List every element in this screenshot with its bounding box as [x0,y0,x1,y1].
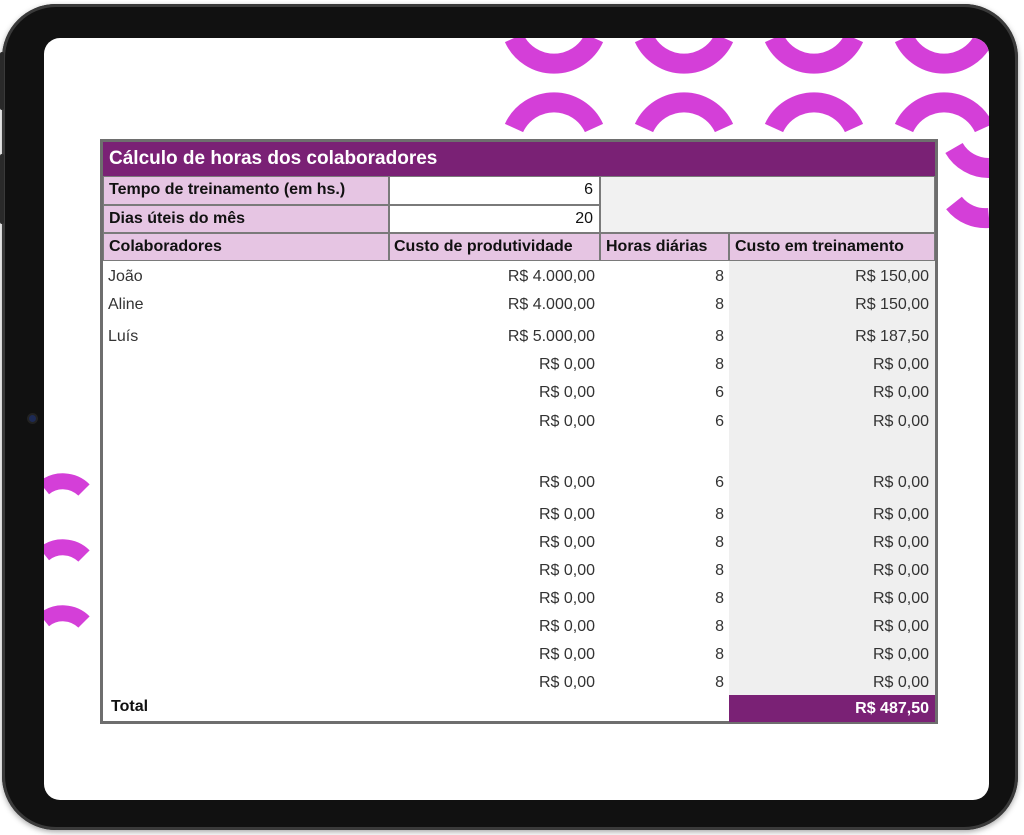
cell-horas-diarias[interactable]: 8 [600,505,724,525]
cell-custo-treinamento[interactable]: R$ 0,00 [729,412,929,432]
cell-horas-diarias[interactable]: 8 [600,355,724,375]
cell-horas-diarias[interactable]: 6 [600,412,724,432]
param-value-training-hours[interactable]: 6 [389,176,600,205]
cell-custo-treinamento[interactable]: R$ 150,00 [729,295,929,315]
empty-gray-block [600,176,935,233]
cell-custo-produtividade[interactable]: R$ 4.000,00 [389,267,595,287]
cell-horas-diarias[interactable]: 8 [600,617,724,637]
cell-custo-treinamento[interactable]: R$ 0,00 [729,383,929,403]
cell-horas-diarias[interactable]: 8 [600,327,724,347]
cell-custo-produtividade[interactable]: R$ 0,00 [389,473,595,493]
param-label-training-hours: Tempo de treinamento (em hs.) [103,176,389,205]
cell-custo-produtividade[interactable]: R$ 0,00 [389,589,595,609]
cell-custo-treinamento[interactable]: R$ 0,00 [729,355,929,375]
param-value-work-days[interactable]: 20 [389,205,600,233]
cell-horas-diarias[interactable]: 8 [600,295,724,315]
cell-custo-treinamento[interactable]: R$ 0,00 [729,505,929,525]
cell-horas-diarias[interactable]: 8 [600,561,724,581]
cell-custo-produtividade[interactable]: R$ 0,00 [389,561,595,581]
cell-custo-produtividade[interactable]: R$ 0,00 [389,645,595,665]
total-value: R$ 487,50 [729,695,935,722]
cell-custo-produtividade[interactable]: R$ 0,00 [389,355,595,375]
cell-horas-diarias[interactable]: 8 [600,533,724,553]
cell-custo-produtividade[interactable]: R$ 0,00 [389,673,595,693]
decoration-arcs-left [44,473,90,629]
cell-custo-treinamento[interactable]: R$ 0,00 [729,645,929,665]
sheet-title: Cálculo de horas dos colaboradores [103,142,935,176]
cell-custo-treinamento[interactable]: R$ 0,00 [729,473,929,493]
volume-button [0,52,4,110]
side-button [0,154,4,224]
cell-custo-treinamento[interactable]: R$ 150,00 [729,267,929,287]
header-custo-treinamento: Custo em treinamento [729,233,935,261]
param-label-work-days: Dias úteis do mês [103,205,389,233]
header-horas-diarias: Horas diárias [600,233,729,261]
cell-custo-treinamento[interactable]: R$ 0,00 [729,561,929,581]
cell-custo-produtividade[interactable]: R$ 0,00 [389,383,595,403]
cell-custo-produtividade[interactable]: R$ 5.000,00 [389,327,595,347]
cell-horas-diarias[interactable]: 8 [600,267,724,287]
cell-colaborador[interactable]: João [108,267,378,287]
cell-horas-diarias[interactable]: 8 [600,589,724,609]
cell-horas-diarias[interactable]: 8 [600,673,724,693]
cell-horas-diarias[interactable]: 6 [600,383,724,403]
cell-custo-treinamento[interactable]: R$ 0,00 [729,533,929,553]
spreadsheet: Cálculo de horas dos colaboradores Tempo… [100,139,938,724]
cell-custo-produtividade[interactable]: R$ 0,00 [389,412,595,432]
cell-custo-produtividade[interactable]: R$ 4.000,00 [389,295,595,315]
cell-colaborador[interactable]: Aline [108,295,378,315]
cell-horas-diarias[interactable]: 6 [600,473,724,493]
cell-custo-produtividade[interactable]: R$ 0,00 [389,505,595,525]
cell-custo-treinamento[interactable]: R$ 0,00 [729,673,929,693]
cell-custo-treinamento[interactable]: R$ 0,00 [729,617,929,637]
cell-horas-diarias[interactable]: 8 [600,645,724,665]
cell-custo-treinamento[interactable]: R$ 187,50 [729,327,929,347]
cell-colaborador[interactable]: Luís [108,327,378,347]
cell-custo-treinamento[interactable]: R$ 0,00 [729,589,929,609]
cell-custo-produtividade[interactable]: R$ 0,00 [389,617,595,637]
header-custo-produtividade: Custo de produtividade [389,233,600,261]
header-colaboradores: Colaboradores [103,233,389,261]
cell-custo-produtividade[interactable]: R$ 0,00 [389,533,595,553]
total-label: Total [111,698,149,715]
camera-dot [29,415,36,422]
